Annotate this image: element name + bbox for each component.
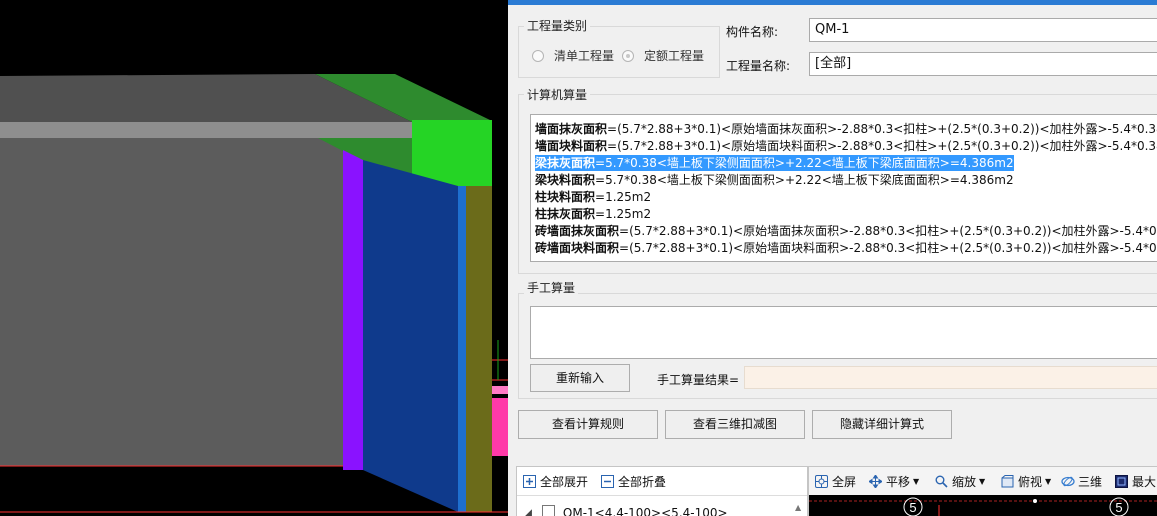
- calc-line[interactable]: 墙面块料面积=(5.7*2.88+3*0.1)<原始墙面块料面积>-2.88*0…: [535, 138, 1157, 154]
- calc-line[interactable]: 砖墙面块料面积=(5.7*2.88+3*0.1)<原始墙面块料面积>-2.88*…: [535, 240, 1157, 256]
- radio-quota-quantity-label: 定额工程量: [644, 49, 705, 63]
- maximize-button[interactable]: 最大: [1115, 473, 1156, 490]
- component-name-label: 构件名称:: [726, 25, 779, 39]
- quantity-category-title: 工程量类别: [524, 17, 591, 34]
- beam-green-end: [412, 120, 492, 186]
- manual-calc-input[interactable]: [530, 306, 1157, 359]
- radio-list-quantity-label: 清单工程量: [554, 49, 615, 63]
- fullscreen-icon: [815, 475, 828, 488]
- zoom-button[interactable]: 缩放 ▼: [935, 473, 985, 490]
- panel-top-border: [508, 0, 1157, 5]
- axis-label: 5: [1115, 500, 1122, 515]
- quantity-name-label: 工程量名称:: [726, 59, 791, 73]
- 3d-view-icon: [1061, 475, 1075, 488]
- dropdown-arrow-icon: ▼: [913, 477, 920, 486]
- collapse-icon: [601, 475, 614, 488]
- maximize-icon: [1115, 475, 1128, 488]
- column-purple: [343, 150, 363, 470]
- view-3d-deduction-button[interactable]: 查看三维扣减图: [665, 410, 805, 439]
- calc-line[interactable]: 梁块料面积=5.7*0.38<墙上板下梁侧面面积>+2.22<墙上板下梁底面面积…: [535, 172, 1014, 188]
- radio-icon: [532, 49, 544, 62]
- wall-blue: [363, 160, 458, 512]
- expand-icon: [523, 475, 536, 488]
- radio-list-quantity[interactable]: 清单工程量: [532, 47, 614, 64]
- expand-all-button[interactable]: 全部展开: [523, 473, 588, 490]
- pan-button[interactable]: 平移 ▼: [869, 473, 919, 490]
- pink-element: [492, 398, 508, 456]
- dropdown-arrow-icon: ▼: [979, 477, 986, 486]
- computer-calc-title: 计算机算量: [524, 86, 591, 103]
- reinput-button[interactable]: 重新输入: [530, 364, 630, 392]
- view-toolbar: 全屏 平移 ▼ 缩放 ▼ 俯视 ▼ 三维 最大 5 5: [808, 466, 1157, 516]
- collapse-all-button[interactable]: 全部折叠: [601, 473, 666, 490]
- mini-3d-viewport[interactable]: 5 5 5: [809, 481, 1157, 516]
- slab-underside: [0, 122, 412, 138]
- calc-line[interactable]: 砖墙面抹灰面积=(5.7*2.88+3*0.1)<原始墙面抹灰面积>-2.88*…: [535, 223, 1157, 239]
- wall-blue-edge: [458, 186, 466, 512]
- radio-icon: [622, 49, 634, 62]
- tree-scrollbar[interactable]: ▲: [795, 503, 805, 516]
- quantity-name-select[interactable]: [全部]: [809, 52, 1157, 76]
- 3d-viewport[interactable]: [0, 0, 508, 516]
- calc-line-selected[interactable]: 梁抹灰面积=5.7*0.38<墙上板下梁侧面面积>+2.22<墙上板下梁底面面积…: [535, 155, 1014, 171]
- axis-label: 5: [893, 495, 900, 496]
- tree-node[interactable]: ◢ QM-1<4,4-100><5,4-100>: [525, 505, 728, 516]
- top-view-button[interactable]: 俯视 ▼: [1001, 473, 1051, 490]
- component-tree: 全部展开 全部折叠 ◢ QM-1<4,4-100><5,4-100> ▲: [516, 466, 808, 516]
- manual-result-label: 手工算量结果=: [657, 373, 740, 387]
- calc-line[interactable]: 柱抹灰面积=1.25m2: [535, 206, 651, 222]
- manual-result-field[interactable]: [744, 366, 1157, 389]
- zoom-icon: [935, 475, 948, 488]
- hide-formula-button[interactable]: 隐藏详细计算式: [812, 410, 952, 439]
- manual-calc-title: 手工算量: [524, 279, 579, 296]
- radio-quota-quantity[interactable]: 定额工程量: [622, 47, 704, 64]
- tree-arrow-icon: ◢: [525, 507, 532, 516]
- column-olive: [466, 186, 492, 512]
- axis-label: 5: [909, 500, 916, 515]
- wall-face: [0, 138, 343, 466]
- document-icon: [541, 505, 555, 516]
- 3d-view-button[interactable]: 三维: [1061, 473, 1102, 490]
- calc-line[interactable]: 墙面抹灰面积=(5.7*2.88+3*0.1)<原始墙面抹灰面积>-2.88*0…: [535, 121, 1157, 137]
- quantity-detail-panel: 工程量类别 清单工程量 定额工程量 构件名称: QM-1 工程量名称: [全部]…: [508, 0, 1157, 516]
- dropdown-arrow-icon: ▼: [1045, 477, 1052, 486]
- component-name-field[interactable]: QM-1: [809, 18, 1157, 42]
- view-calc-rules-button[interactable]: 查看计算规则: [518, 410, 658, 439]
- calc-formula-box[interactable]: 墙面抹灰面积=(5.7*2.88+3*0.1)<原始墙面抹灰面积>-2.88*0…: [530, 114, 1157, 262]
- top-view-icon: [1001, 475, 1014, 488]
- pan-icon: [869, 475, 882, 488]
- calc-line[interactable]: 柱块料面积=1.25m2: [535, 189, 651, 205]
- fullscreen-button[interactable]: 全屏: [815, 473, 856, 490]
